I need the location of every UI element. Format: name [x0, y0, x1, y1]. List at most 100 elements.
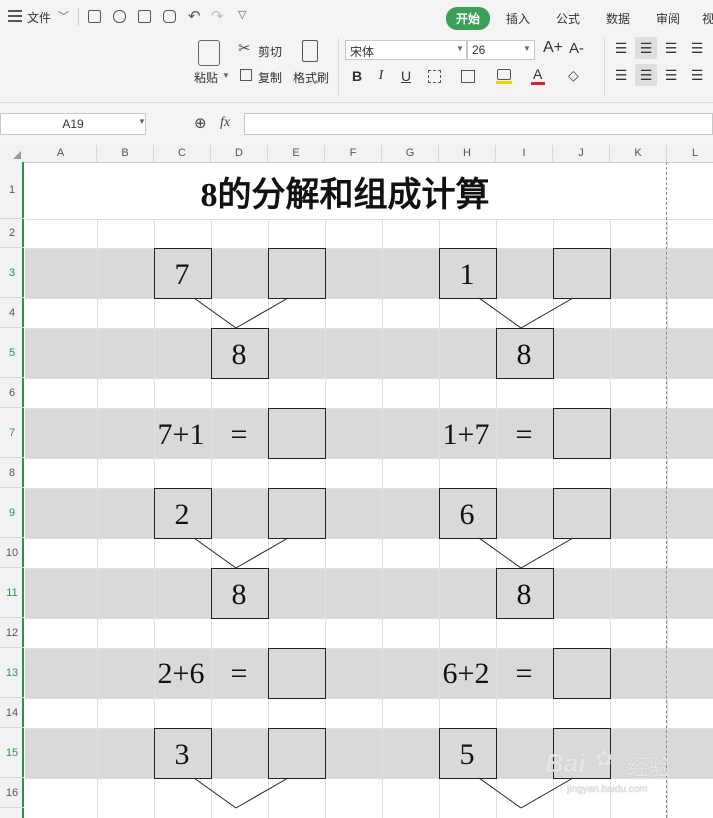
left-total-2: 8 [231, 578, 247, 611]
shrink-font-icon[interactable]: A- [569, 40, 584, 57]
customize-icon[interactable]: ▽ [238, 8, 246, 21]
sheet-title: 8的分解和组成计算 [200, 177, 490, 214]
connector-line [520, 297, 574, 329]
column-header-d[interactable]: D [211, 145, 268, 162]
connector-lines [193, 297, 574, 809]
tab-home[interactable]: 开始 [446, 7, 491, 30]
underline-button[interactable]: U [395, 65, 417, 87]
column-header-g[interactable]: G [382, 145, 439, 162]
fill-format-icon[interactable] [461, 70, 475, 83]
chevron-down-icon[interactable]: ▼ [138, 117, 146, 126]
chevron-down-icon[interactable]: ﹀ [58, 8, 69, 24]
right-total-1: 8 [516, 338, 532, 371]
watermark: Bai ✿ 经验 jingyan.baidu.com [545, 740, 705, 800]
left-expr-1: 7+1 [157, 418, 205, 451]
eraser-icon[interactable]: ◇ [568, 67, 579, 84]
fill-color-icon[interactable] [497, 69, 511, 80]
save-icon[interactable] [88, 10, 101, 23]
right-total-2: 8 [516, 578, 532, 611]
hamburger-icon[interactable] [8, 10, 22, 22]
connector-line [193, 537, 237, 569]
left-part-2: 2 [174, 498, 190, 531]
connector-line [235, 777, 289, 809]
fill-color-swatch [496, 81, 512, 84]
brush-icon[interactable] [302, 40, 318, 62]
divider [338, 38, 339, 96]
menu-bar: 文件 ﹀ ↶ ↷ ▽ 开始 插入 公式 数据 审阅 视 [0, 0, 713, 34]
column-header-a[interactable]: A [25, 145, 97, 162]
select-all-corner[interactable] [0, 145, 24, 162]
watermark-suffix: 经验 [627, 755, 672, 780]
export-icon[interactable] [113, 10, 126, 23]
copy-icon[interactable] [240, 69, 252, 81]
tab-data[interactable]: 数据 [606, 10, 630, 27]
tab-insert[interactable]: 插入 [506, 10, 530, 27]
worksheet[interactable] [0, 162, 713, 818]
tab-review[interactable]: 审阅 [656, 10, 680, 27]
print-icon[interactable] [138, 10, 151, 23]
align-left-icon[interactable]: ☰ [610, 64, 632, 86]
formula-input[interactable] [244, 113, 713, 135]
justify-icon[interactable]: ☰ [686, 64, 708, 86]
connector-line [235, 537, 289, 569]
right-part-1: 1 [459, 258, 475, 291]
wrap-text-icon[interactable]: ☰ [686, 37, 708, 59]
undo-icon[interactable]: ↶ [188, 7, 201, 25]
column-header: ABCDEFGHIJKL [0, 145, 713, 163]
font-color-icon[interactable]: A [533, 66, 542, 82]
connector-line [478, 537, 522, 569]
chevron-down-icon[interactable]: ▼ [523, 44, 531, 53]
align-top-icon[interactable]: ☰ [610, 37, 632, 59]
paste-icon[interactable] [198, 40, 220, 66]
column-header-l[interactable]: L [667, 145, 713, 162]
cut-button[interactable]: 剪切 [258, 43, 282, 60]
font-color-swatch [531, 82, 545, 85]
align-bottom-icon[interactable]: ☰ [660, 37, 682, 59]
align-center-icon[interactable]: ☰ [635, 64, 657, 86]
column-header-c[interactable]: C [154, 145, 211, 162]
chevron-down-icon[interactable]: ▼ [456, 44, 464, 53]
paste-button[interactable]: 粘贴 [194, 69, 218, 86]
left-expr-2: 2+6 [157, 657, 205, 690]
divider [604, 38, 605, 96]
column-header-f[interactable]: F [325, 145, 382, 162]
right-expr-1: 1+7 [442, 418, 490, 451]
name-box[interactable]: A19 [0, 113, 146, 135]
bold-button[interactable]: B [346, 65, 368, 87]
grow-font-icon[interactable]: A+ [543, 39, 563, 57]
borders-icon[interactable] [428, 70, 441, 83]
tab-view[interactable]: 视 [702, 10, 713, 27]
italic-button[interactable]: I [370, 65, 392, 87]
connector-line [193, 777, 237, 809]
right-eq-1: = [515, 418, 533, 451]
right-eq-2: = [515, 657, 533, 690]
function-icon[interactable]: fx [220, 115, 230, 131]
column-header-h[interactable]: H [439, 145, 496, 162]
tab-formula[interactable]: 公式 [556, 10, 580, 27]
column-header-j[interactable]: J [553, 145, 610, 162]
right-part-2: 6 [459, 498, 475, 531]
scissors-icon[interactable]: ✂ [238, 39, 251, 57]
copy-button[interactable]: 复制 [258, 69, 282, 86]
watermark-url: jingyan.baidu.com [567, 784, 648, 795]
column-header-e[interactable]: E [268, 145, 325, 162]
caret-down-icon[interactable]: ▼ [222, 71, 230, 80]
zoom-icon[interactable]: ⊕ [194, 114, 207, 132]
left-total-1: 8 [231, 338, 247, 371]
format-painter-button[interactable]: 格式刷 [293, 69, 329, 86]
right-expr-2: 6+2 [442, 657, 490, 690]
left-eq-1: = [230, 418, 248, 451]
file-menu[interactable]: 文件 [27, 9, 51, 26]
column-header-i[interactable]: I [496, 145, 553, 162]
column-header-b[interactable]: B [97, 145, 154, 162]
connector-line [520, 537, 574, 569]
align-right-icon[interactable]: ☰ [660, 64, 682, 86]
formula-bar: A19 ▼ ⊕ fx [0, 103, 713, 145]
redo-icon[interactable]: ↷ [211, 7, 224, 25]
left-eq-2: = [230, 657, 248, 690]
font-name-select[interactable]: 宋体 [345, 40, 467, 60]
align-middle-icon[interactable]: ☰ [635, 37, 657, 59]
connector-line [478, 297, 522, 329]
print-preview-icon[interactable] [163, 10, 176, 23]
column-header-k[interactable]: K [610, 145, 667, 162]
